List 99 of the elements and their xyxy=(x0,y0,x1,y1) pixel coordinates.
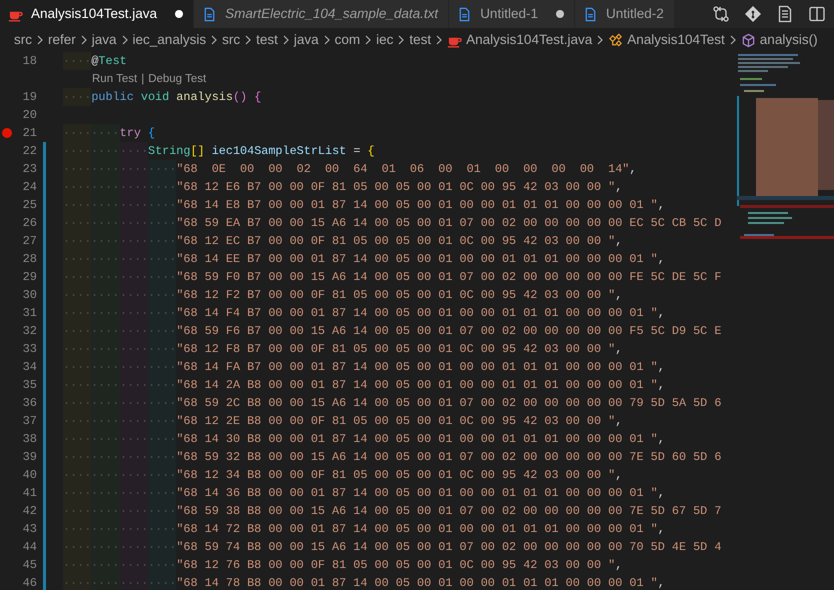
compare-changes-icon[interactable] xyxy=(712,5,730,23)
class-icon xyxy=(608,32,624,48)
line-number: 32 xyxy=(22,323,37,340)
cube-icon xyxy=(740,32,756,48)
chevron-icon xyxy=(243,35,254,45)
code-line: "68 14 36 B8 00 00 01 87 14 00 05 00 01 00 00 01 01 01 00 00 00 01 ", xyxy=(63,484,665,502)
line-number: 26 xyxy=(22,215,37,232)
code-line: public void analysis() { xyxy=(63,88,262,106)
code-line: "68 12 F8 B7 00 00 0F 81 05 00 05 00 01 0C 00 95 42 03 00 00 ", xyxy=(63,340,622,358)
code-line: "68 12 34 B8 00 00 0F 81 05 00 05 00 01 0C 00 95 42 03 00 00 ", xyxy=(63,466,622,484)
line-number: 28 xyxy=(22,251,37,268)
breadcrumb-item[interactable]: iec_analysis xyxy=(132,30,206,50)
line-number: 40 xyxy=(22,467,37,484)
codelens-separator: | xyxy=(141,73,144,85)
breadcrumb-item[interactable]: test xyxy=(409,30,432,50)
code-line: "68 59 38 B8 00 00 15 A6 14 00 05 00 01 07 00 02 00 00 00 00 00 7E 5D 67 5D 7 xyxy=(63,502,722,520)
line-number: 31 xyxy=(22,305,37,322)
breadcrumb-item[interactable]: Analysis104Test.java xyxy=(466,30,592,50)
chevron-icon xyxy=(209,35,220,45)
chevron-icon xyxy=(280,35,291,45)
line-number: 37 xyxy=(22,413,37,430)
code-line: "68 14 78 B8 00 00 01 87 14 00 05 00 01 00 00 01 01 01 00 00 00 01 ", xyxy=(63,574,665,590)
breadcrumb-item[interactable]: com xyxy=(334,30,360,50)
line-number: 19 xyxy=(22,89,37,106)
line-number: 35 xyxy=(22,377,37,394)
code-line: "68 12 EC B7 00 00 0F 81 05 00 05 00 01 0C 00 95 42 03 00 00 ", xyxy=(63,232,622,250)
line-number: 34 xyxy=(22,359,37,376)
file-icon xyxy=(582,6,598,22)
line-number: 20 xyxy=(22,107,37,124)
line-number: 30 xyxy=(22,287,37,304)
code-line: "68 14 EE B7 00 00 01 87 14 00 05 00 01 00 00 01 01 01 00 00 00 01 ", xyxy=(63,250,665,268)
editor-tab[interactable]: Untitled-1 xyxy=(449,0,575,28)
code-line: "68 14 2A B8 00 00 01 87 14 00 05 00 01 00 00 01 01 01 00 00 00 01 ", xyxy=(63,376,665,394)
chevron-icon xyxy=(434,35,444,45)
diamond-icon[interactable] xyxy=(744,5,762,23)
breakpoint-dot[interactable] xyxy=(2,128,12,138)
chevron-icon xyxy=(363,35,374,45)
editor-tab[interactable]: Analysis104Test.java xyxy=(0,0,194,28)
code-line: @Test xyxy=(63,52,127,70)
code-line: "68 59 32 B8 00 00 15 A6 14 00 05 00 01 07 00 02 00 00 00 00 00 7E 5D 60 5D 6 xyxy=(63,448,722,466)
code-line: "68 0E 00 00 02 00 64 01 06 00 01 00 00 00 00 14", xyxy=(63,160,636,178)
code-line: String[] iec104SampleStrList = { xyxy=(63,142,375,160)
line-number: 44 xyxy=(22,539,37,556)
line-number: 43 xyxy=(22,521,37,538)
line-number: 24 xyxy=(22,179,37,196)
chevron-icon xyxy=(120,35,130,45)
line-number: 39 xyxy=(22,449,37,466)
code-line: "68 14 FA B7 00 00 01 87 14 00 05 00 01 00 00 01 01 01 00 00 00 01 ", xyxy=(63,358,665,376)
chevron-icon xyxy=(35,35,45,45)
line-number: 27 xyxy=(22,233,37,250)
line-number: 33 xyxy=(22,341,37,358)
code-line: "68 59 74 B8 00 00 15 A6 14 00 05 00 01 07 00 02 00 00 00 00 00 70 5D 4E 5D 4 xyxy=(63,538,722,556)
breadcrumb-item[interactable]: src xyxy=(222,30,240,50)
line-number: 23 xyxy=(22,161,37,178)
code-line: "68 14 E8 B7 00 00 01 87 14 00 05 00 01 00 00 01 01 01 00 00 00 01 ", xyxy=(63,196,665,214)
line-number: 29 xyxy=(22,269,37,286)
line-number: 18 xyxy=(22,53,37,70)
breadcrumb-item[interactable]: src xyxy=(14,30,32,50)
line-number: 41 xyxy=(22,485,37,502)
file-icon xyxy=(457,6,472,22)
code-line: "68 12 E6 B7 00 00 0F 81 05 00 05 00 01 0C 00 95 42 03 00 00 ", xyxy=(63,178,622,196)
breadcrumb-item[interactable]: iec xyxy=(376,30,394,50)
line-number: 45 xyxy=(22,557,37,574)
chevron-icon xyxy=(396,35,406,45)
code-line: "68 59 F6 B7 00 00 15 A6 14 00 05 00 01 07 00 02 00 00 00 00 00 F5 5C D9 5C E xyxy=(63,322,722,340)
line-number: 22 xyxy=(22,143,37,160)
line-number: 21 xyxy=(22,125,37,142)
code-line: "68 12 76 B8 00 00 0F 81 05 00 05 00 01 0C 00 95 42 03 00 00 ", xyxy=(63,556,622,574)
codelens-link[interactable]: Debug Test xyxy=(148,73,206,85)
code-line: "68 14 72 B8 00 00 01 87 14 00 05 00 01 00 00 01 01 01 00 00 00 01 ", xyxy=(63,520,665,538)
code-line: "68 14 30 B8 00 00 01 87 14 00 05 00 01 00 00 01 01 01 00 00 00 01 ", xyxy=(63,430,665,448)
breadcrumb-item[interactable]: Analysis104Test xyxy=(627,30,725,50)
line-number: 25 xyxy=(22,197,37,214)
editor-tab[interactable]: Untitled-2 xyxy=(574,0,675,28)
line-number: 46 xyxy=(22,575,37,590)
breadcrumb-item[interactable]: java xyxy=(92,30,117,50)
editor-tab[interactable]: SmartElectric_104_sample_data.txt xyxy=(194,0,450,28)
breadcrumb-item[interactable]: analysis() xyxy=(760,30,818,50)
line-number: 42 xyxy=(22,503,37,520)
line-number: 38 xyxy=(22,431,37,448)
codelens-link[interactable]: Run Test xyxy=(92,73,138,85)
chevron-icon xyxy=(595,35,606,45)
line-number: 36 xyxy=(22,395,37,412)
document-icon[interactable] xyxy=(776,5,794,23)
chevron-icon xyxy=(78,35,89,45)
chevron-icon xyxy=(322,35,332,45)
breadcrumb-item[interactable]: test xyxy=(256,30,278,50)
code-line: "68 12 F2 B7 00 00 0F 81 05 00 05 00 01 0C 00 95 42 03 00 00 ", xyxy=(63,286,622,304)
code-line: "68 59 F0 B7 00 00 15 A6 14 00 05 00 01 07 00 02 00 00 00 00 00 FE 5C DE 5C F xyxy=(63,268,722,286)
code-line: try { xyxy=(63,124,156,142)
code-line: "68 14 F4 B7 00 00 01 87 14 00 05 00 01 00 00 01 01 01 00 00 00 01 ", xyxy=(63,304,665,322)
code-line: "68 12 2E B8 00 00 0F 81 05 00 05 00 01 0C 00 95 42 03 00 00 ", xyxy=(63,412,622,430)
split-editor-icon[interactable] xyxy=(808,5,826,23)
code-line: "68 59 2C B8 00 00 15 A6 14 00 05 00 01 07 00 02 00 00 00 00 00 79 5D 5A 5D 6 xyxy=(63,394,722,412)
code-line: "68 59 EA B7 00 00 15 A6 14 00 05 00 01 07 00 02 00 00 00 00 00 EC 5C CB 5C D xyxy=(63,214,722,232)
breadcrumb-item[interactable]: refer xyxy=(48,30,76,50)
breadcrumb-item[interactable]: java xyxy=(294,30,319,50)
file-icon xyxy=(202,6,218,22)
chevron-icon xyxy=(728,35,738,45)
